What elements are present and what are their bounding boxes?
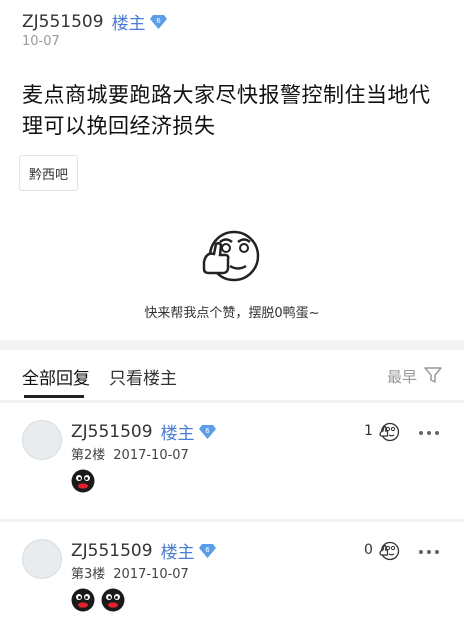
- reply-author-name[interactable]: ZJ551509: [71, 422, 153, 442]
- level-badge-icon: 6: [198, 425, 216, 439]
- forum-tag[interactable]: 黔西吧: [19, 155, 78, 191]
- more-options-icon[interactable]: [418, 549, 440, 555]
- more-options-icon[interactable]: [418, 430, 440, 436]
- black-face-emoji-icon: [71, 588, 95, 612]
- post-author-name[interactable]: ZJ551509: [22, 12, 104, 32]
- reply-like-count: 1: [364, 423, 373, 439]
- reply-item: ZJ551509 楼主 6 第3楼 2017-10-07 0: [0, 522, 464, 641]
- thumbs-up-face-icon[interactable]: [200, 226, 264, 290]
- op-tag: 楼主: [160, 424, 195, 444]
- like-prompt-text: 快来帮我点个赞，摆脱0鸭蛋~: [144, 306, 320, 321]
- thumbs-up-face-icon[interactable]: [378, 540, 400, 562]
- level-badge-icon: 6: [149, 15, 167, 29]
- reply-meta: 第3楼 2017-10-07: [71, 563, 189, 582]
- op-tag: 楼主: [160, 543, 195, 563]
- op-tag: 楼主: [111, 14, 146, 34]
- reply-author-name[interactable]: ZJ551509: [71, 541, 153, 561]
- floor-number: 第2楼: [71, 448, 106, 463]
- black-face-emoji-icon: [71, 469, 95, 493]
- tab-op-only[interactable]: 只看楼主: [109, 364, 177, 389]
- level-badge-number: 6: [205, 427, 210, 435]
- avatar[interactable]: [22, 420, 62, 460]
- post-card: ZJ551509 楼主 6 10-07 麦点商城要跑路大家尽快报警控制住当地代理…: [0, 0, 464, 340]
- thumbs-up-face-icon[interactable]: [378, 421, 400, 443]
- level-badge-number: 6: [205, 546, 210, 554]
- reply-like-count: 0: [364, 542, 373, 558]
- reply-date: 2017-10-07: [113, 567, 189, 582]
- reply-author-row: ZJ551509 楼主 6: [71, 538, 216, 563]
- filter-icon[interactable]: [424, 366, 442, 384]
- post-author-row: ZJ551509 楼主 6: [22, 9, 167, 34]
- level-badge-icon: 6: [198, 544, 216, 558]
- post-title: 麦点商城要跑路大家尽快报警控制住当地代理可以挽回经济损失: [22, 83, 431, 138]
- tab-all-replies[interactable]: 全部回复: [22, 364, 90, 389]
- level-badge-number: 6: [156, 17, 161, 25]
- avatar[interactable]: [22, 539, 62, 579]
- black-face-emoji-icon: [101, 588, 125, 612]
- floor-number: 第3楼: [71, 567, 106, 582]
- reply-item: ZJ551509 楼主 6 第2楼 2017-10-07 1: [0, 403, 464, 519]
- active-tab-indicator: [24, 395, 84, 398]
- reply-meta: 第2楼 2017-10-07: [71, 444, 189, 463]
- reply-tabs: 全部回复 只看楼主 最早: [0, 350, 464, 400]
- reply-author-row: ZJ551509 楼主 6: [71, 419, 216, 444]
- post-date: 10-07: [22, 34, 60, 49]
- reply-content: [71, 588, 125, 612]
- reply-content: [71, 469, 95, 493]
- reply-date: 2017-10-07: [113, 448, 189, 463]
- sort-order-button[interactable]: 最早: [387, 366, 417, 387]
